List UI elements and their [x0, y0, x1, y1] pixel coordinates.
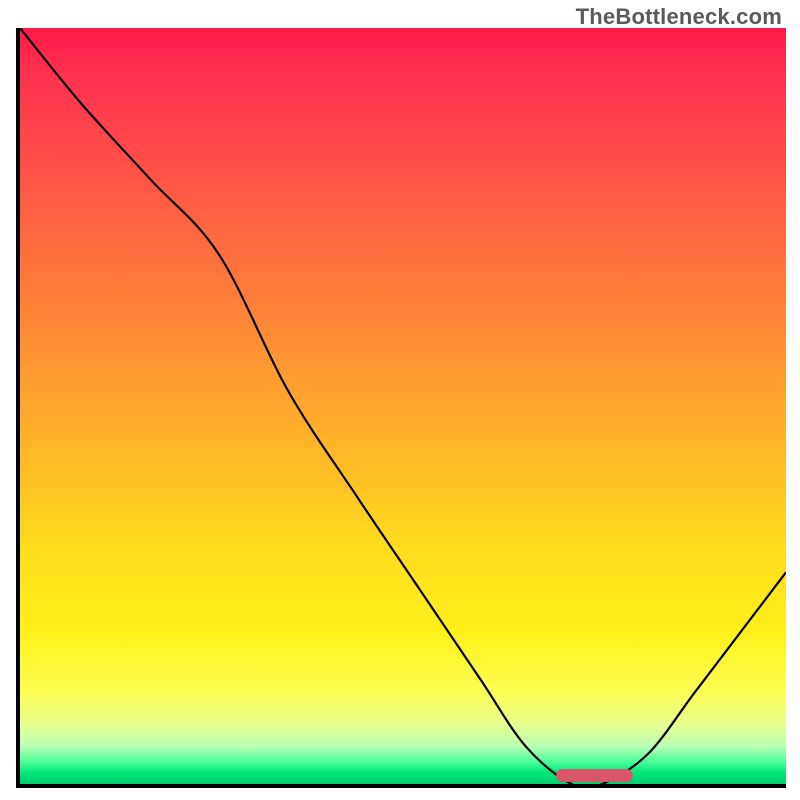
optimal-marker — [556, 769, 633, 782]
bottleneck-curve — [20, 28, 786, 784]
plot-frame — [16, 28, 786, 788]
watermark-text: TheBottleneck.com — [576, 4, 782, 30]
curve-layer — [20, 28, 786, 784]
